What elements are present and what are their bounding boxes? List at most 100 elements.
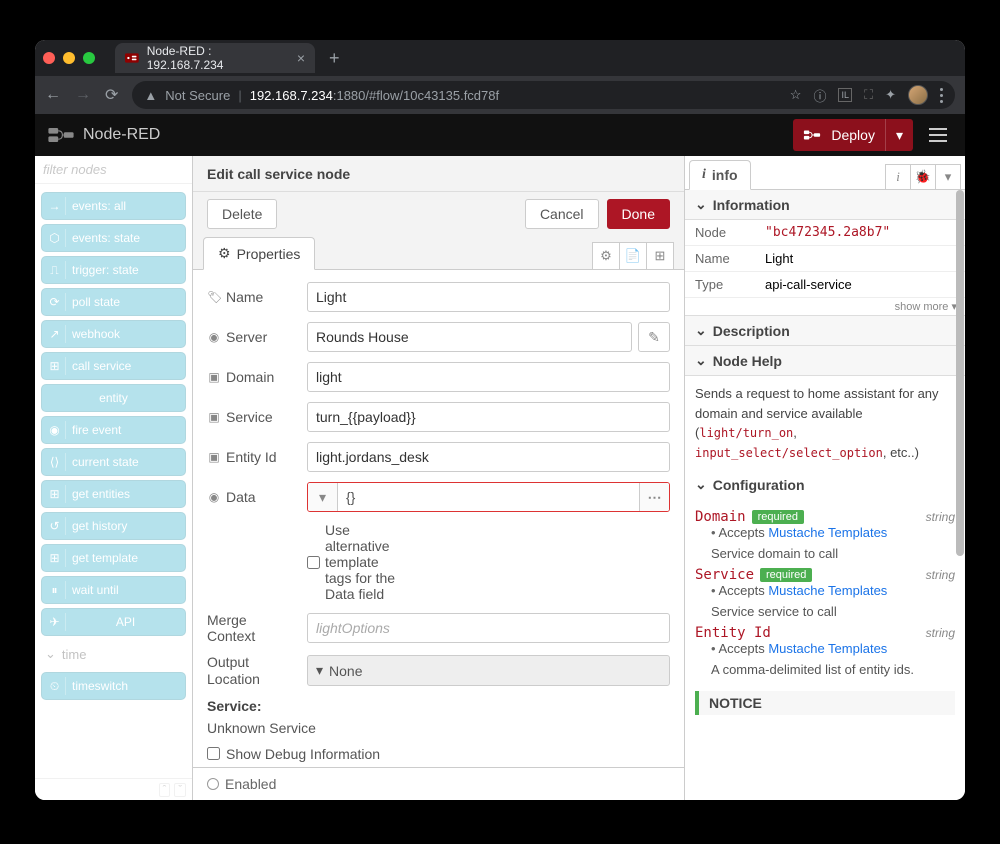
star-icon[interactable]: ☆ xyxy=(790,87,802,103)
done-button[interactable]: Done xyxy=(607,199,670,229)
entity-id-label: ▣Entity Id xyxy=(207,449,297,465)
node-help-section[interactable]: ⌄Node Help xyxy=(685,346,965,376)
cube-icon: ▣ xyxy=(207,450,221,464)
information-section[interactable]: ⌄Information xyxy=(685,190,965,220)
node-red-logo-icon xyxy=(47,126,75,144)
url-text: 192.168.7.234:1880/#flow/10c43135.fcd78f xyxy=(250,88,499,103)
enabled-icon xyxy=(207,778,219,790)
edit-server-button[interactable]: ✎ xyxy=(638,322,670,352)
table-row: Node"bc472345.2a8b7" xyxy=(685,220,965,246)
conf-service: Service requiredstring xyxy=(695,567,955,583)
notice-box: NOTICE xyxy=(695,691,955,715)
domain-input[interactable] xyxy=(307,362,670,392)
entity-id-input[interactable] xyxy=(307,442,670,472)
name-input[interactable] xyxy=(307,282,670,312)
scrollbar[interactable] xyxy=(955,190,965,800)
reload-button[interactable]: ⟳ xyxy=(105,85,118,105)
pencil-icon: ✎ xyxy=(648,329,660,346)
app-name: Node-RED xyxy=(83,126,160,144)
cancel-button[interactable]: Cancel xyxy=(525,199,599,229)
type-selector-icon[interactable]: ▾ xyxy=(308,483,338,511)
close-tab-icon[interactable]: × xyxy=(297,50,305,66)
properties-tab[interactable]: ⚙ Properties xyxy=(203,237,315,270)
target-icon: ◉ xyxy=(207,330,221,344)
tray-title: Edit call service node xyxy=(193,156,684,192)
address-bar: ← → ⟳ ▲ Not Secure | 192.168.7.234:1880/… xyxy=(35,76,965,114)
fullscreen-icon[interactable]: ⛶ xyxy=(864,87,873,103)
help-text: Sends a request to home assistant for an… xyxy=(685,376,965,470)
forward-button[interactable]: → xyxy=(75,86,91,104)
window-controls xyxy=(43,52,95,64)
deploy-dropdown-icon[interactable]: ▾ xyxy=(885,119,903,151)
show-debug-checkbox[interactable]: Show Debug Information xyxy=(207,746,670,762)
mustache-link[interactable]: Mustache Templates xyxy=(768,525,887,540)
editor-tray: Edit call service node Delete Cancel Don… xyxy=(193,156,685,800)
node-palette: →events: all ⬡events: state ⎍trigger: st… xyxy=(35,156,193,800)
expand-editor-icon[interactable]: ⋯ xyxy=(639,483,669,511)
unknown-service-text: Unknown Service xyxy=(207,720,670,736)
data-label: ◉Data xyxy=(207,489,297,505)
main-menu-button[interactable] xyxy=(923,122,953,148)
tag-icon: 🏷 xyxy=(207,290,221,304)
close-window-button[interactable] xyxy=(43,52,55,64)
enabled-toggle[interactable]: Enabled xyxy=(193,767,684,800)
node-settings-icon[interactable]: ⚙ xyxy=(592,242,620,270)
new-tab-button[interactable]: + xyxy=(323,48,346,69)
extension-icon[interactable]: IL xyxy=(838,88,852,102)
target-icon: ◉ xyxy=(207,490,221,504)
data-value[interactable]: {} xyxy=(338,483,639,511)
server-select[interactable]: Rounds House xyxy=(307,322,632,352)
domain-label: ▣Domain xyxy=(207,369,297,385)
show-more-link[interactable]: show more ▾ xyxy=(685,298,965,316)
output-location-select[interactable]: ▾None xyxy=(307,655,670,686)
tab-strip: Node-RED : 192.168.7.234 × + xyxy=(35,40,965,76)
conf-entity: Entity Idstring xyxy=(695,625,955,641)
cube-icon: ▣ xyxy=(207,370,221,384)
mustache-link[interactable]: Mustache Templates xyxy=(768,641,887,656)
service-section-header: Service: xyxy=(207,698,670,714)
name-label: 🏷Name xyxy=(207,289,297,305)
info-icon-tab[interactable]: i xyxy=(885,164,911,190)
appearance-tab-icon[interactable]: ⊞ xyxy=(646,242,674,270)
minimize-window-button[interactable] xyxy=(63,52,75,64)
delete-button[interactable]: Delete xyxy=(207,199,277,229)
not-secure-icon: ▲ xyxy=(144,88,157,103)
configuration-section[interactable]: ⌄Configuration xyxy=(685,476,965,493)
back-button[interactable]: ← xyxy=(45,86,61,104)
alt-template-checkbox[interactable]: Use alternative template tags for the Da… xyxy=(307,522,397,602)
cube-icon: ▣ xyxy=(207,410,221,424)
service-label: ▣Service xyxy=(207,409,297,425)
info-table: Node"bc472345.2a8b7" NameLight Typeapi-c… xyxy=(685,220,965,298)
debug-icon-tab[interactable]: 🐞 xyxy=(910,164,936,190)
data-typed-input[interactable]: ▾ {} ⋯ xyxy=(307,482,670,512)
merge-context-label: Merge Context xyxy=(207,612,297,644)
description-section[interactable]: ⌄Description xyxy=(685,316,965,346)
server-label: ◉Server xyxy=(207,329,297,345)
maximize-window-button[interactable] xyxy=(83,52,95,64)
chevron-down-icon: ⌄ xyxy=(695,322,707,339)
description-tab-icon[interactable]: 📄 xyxy=(619,242,647,270)
conf-domain: Domain requiredstring xyxy=(695,509,955,525)
extensions-icon[interactable]: ✦ xyxy=(885,87,896,103)
chevron-down-icon: ▾ xyxy=(316,662,323,679)
info-icon[interactable]: ⓘ xyxy=(813,86,826,105)
chevron-down-icon: ⌄ xyxy=(695,196,707,213)
info-icon: i xyxy=(702,167,706,183)
service-input[interactable] xyxy=(307,402,670,432)
output-location-label: Output Location xyxy=(207,654,297,688)
tab-dropdown-icon[interactable]: ▾ xyxy=(935,164,961,190)
chrome-menu-icon[interactable] xyxy=(940,88,943,103)
deploy-button[interactable]: Deploy ▾ xyxy=(793,119,913,151)
merge-context-input[interactable] xyxy=(307,613,670,643)
gear-icon: ⚙ xyxy=(218,245,231,262)
deploy-icon xyxy=(803,128,821,142)
info-tab[interactable]: i info xyxy=(689,160,751,190)
node-red-logo[interactable]: Node-RED xyxy=(47,126,160,144)
tab-title: Node-RED : 192.168.7.234 xyxy=(147,44,289,72)
browser-tab[interactable]: Node-RED : 192.168.7.234 × xyxy=(115,43,315,73)
node-id: "bc472345.2a8b7" xyxy=(755,220,965,246)
mustache-link[interactable]: Mustache Templates xyxy=(768,583,887,598)
url-field[interactable]: ▲ Not Secure | 192.168.7.234:1880/#flow/… xyxy=(132,81,955,109)
profile-avatar[interactable] xyxy=(908,85,928,105)
node-red-favicon xyxy=(125,51,139,65)
